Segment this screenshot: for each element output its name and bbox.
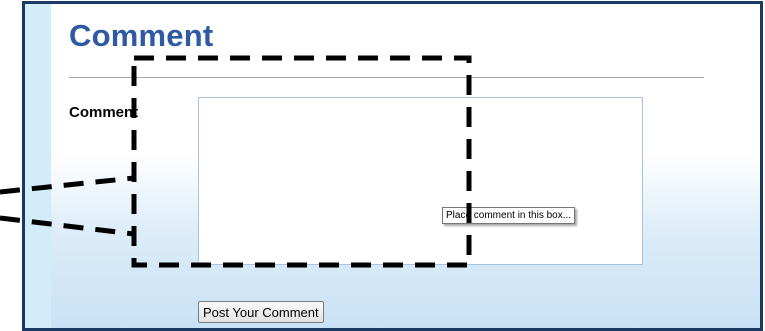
post-comment-button[interactable]: Post Your Comment xyxy=(198,301,324,323)
comment-field-label: Comment xyxy=(69,104,139,121)
left-sidebar-strip xyxy=(25,4,51,328)
page-frame: Comment Comment Place comment in this bo… xyxy=(22,1,763,331)
title-divider xyxy=(69,77,704,78)
comment-textarea[interactable] xyxy=(198,97,643,265)
page-title: Comment xyxy=(69,18,214,53)
comment-tooltip: Place comment in this box... xyxy=(442,207,576,224)
